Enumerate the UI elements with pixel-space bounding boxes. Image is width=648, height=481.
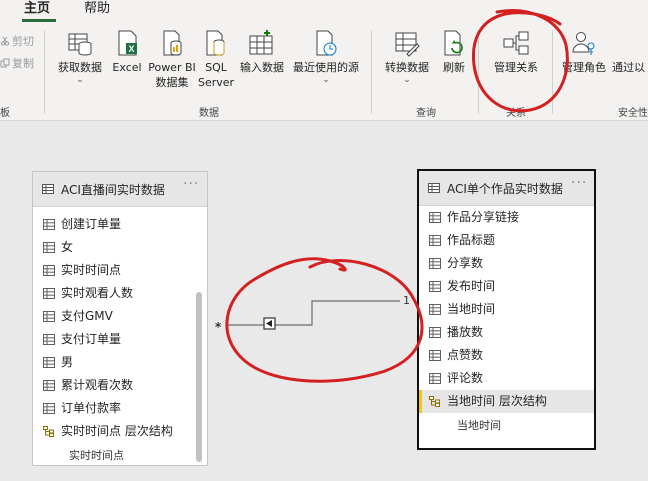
ribbon-separator (552, 30, 553, 114)
relationships-icon (503, 31, 529, 55)
roles-person-key-icon (572, 32, 595, 55)
model-canvas[interactable]: ACI直播间实时数据 ··· 创建订单量女实时时间点 实时观看人数 支付GMV 支付订… (0, 121, 648, 481)
powerbi-label-line1: Power BI (148, 61, 196, 74)
excel-button[interactable]: X Excel (110, 28, 144, 75)
ribbon-body: 剪切 复制 板 获取数据 ⌄ X Excel Power BI 数据集 SQL … (0, 22, 648, 120)
refresh-button[interactable]: 刷新 (438, 28, 470, 75)
get-data-label: 获取数据 (58, 61, 102, 74)
enter-data-label: 输入数据 (240, 61, 284, 74)
manage-relationships-label: 管理关系 (494, 61, 538, 74)
transform-data-button[interactable]: 转换数据 ⌄ (381, 28, 433, 85)
ribbon-separator (478, 30, 479, 114)
relationship-line[interactable] (226, 300, 400, 326)
sql-label-line2: Server (197, 76, 235, 89)
manage-roles-button[interactable]: 管理角色 (558, 28, 610, 75)
cardinality-many: * (215, 320, 222, 334)
enter-data-button[interactable]: 输入数据 (237, 28, 287, 75)
ribbon: 主页 帮助 剪切 复制 板 获取数据 ⌄ X Excel Power BI 数据… (0, 0, 648, 121)
cut-label: 剪切 (12, 35, 34, 48)
relationship-overlay: * 1 (215, 257, 424, 383)
get-data-button[interactable]: 获取数据 ⌄ (52, 28, 108, 85)
chevron-down-icon: ⌄ (322, 75, 330, 85)
group-label-relationships: 关系 (506, 108, 526, 119)
red-annotation-circle (225, 257, 424, 383)
excel-label: Excel (112, 61, 142, 74)
group-label-clipboard: 板 (0, 108, 10, 119)
chevron-down-icon: ⌄ (76, 75, 84, 85)
chevron-down-icon: ⌄ (403, 75, 411, 85)
manage-roles-label: 管理角色 (562, 61, 606, 74)
scissors-icon (0, 36, 10, 46)
sql-server-button[interactable]: SQL Server (197, 28, 235, 90)
ribbon-separator (44, 30, 45, 114)
transform-label: 转换数据 (385, 61, 429, 74)
view-as-button[interactable]: 通过以 (612, 28, 648, 75)
refresh-label: 刷新 (443, 61, 465, 74)
cardinality-one: 1 (403, 294, 410, 307)
recent-sources-clock-icon (316, 30, 337, 56)
powerbi-label-line2: 数据集 (155, 76, 189, 89)
transform-table-icon (395, 32, 420, 57)
manage-relationships-button[interactable]: 管理关系 (488, 28, 544, 75)
sql-server-icon (206, 30, 225, 56)
database-table-icon (68, 33, 92, 56)
excel-icon: X (118, 30, 137, 56)
recent-sources-button[interactable]: 最近使用的源 ⌄ (289, 28, 363, 85)
sql-label-line1: SQL (205, 61, 227, 74)
powerbi-dataset-icon (163, 30, 182, 56)
powerbi-datasets-button[interactable]: Power BI 数据集 (146, 28, 198, 90)
tab-help[interactable]: 帮助 (84, 0, 110, 18)
group-label-security: 安全性 (618, 108, 648, 119)
enter-data-table-icon (249, 30, 273, 55)
recent-sources-label: 最近使用的源 (293, 61, 359, 74)
group-label-query: 查询 (416, 108, 436, 119)
group-label-data: 数据 (199, 108, 219, 119)
refresh-icon (444, 30, 463, 56)
ribbon-separator (371, 30, 372, 114)
cut-button[interactable]: 剪切 (0, 33, 34, 49)
view-as-label: 通过以 (612, 61, 645, 74)
copy-label: 复制 (12, 57, 34, 70)
tab-home[interactable]: 主页 (24, 0, 50, 18)
copy-icon (0, 58, 10, 68)
svg-text:X: X (128, 44, 134, 54)
copy-button[interactable]: 复制 (0, 55, 34, 71)
